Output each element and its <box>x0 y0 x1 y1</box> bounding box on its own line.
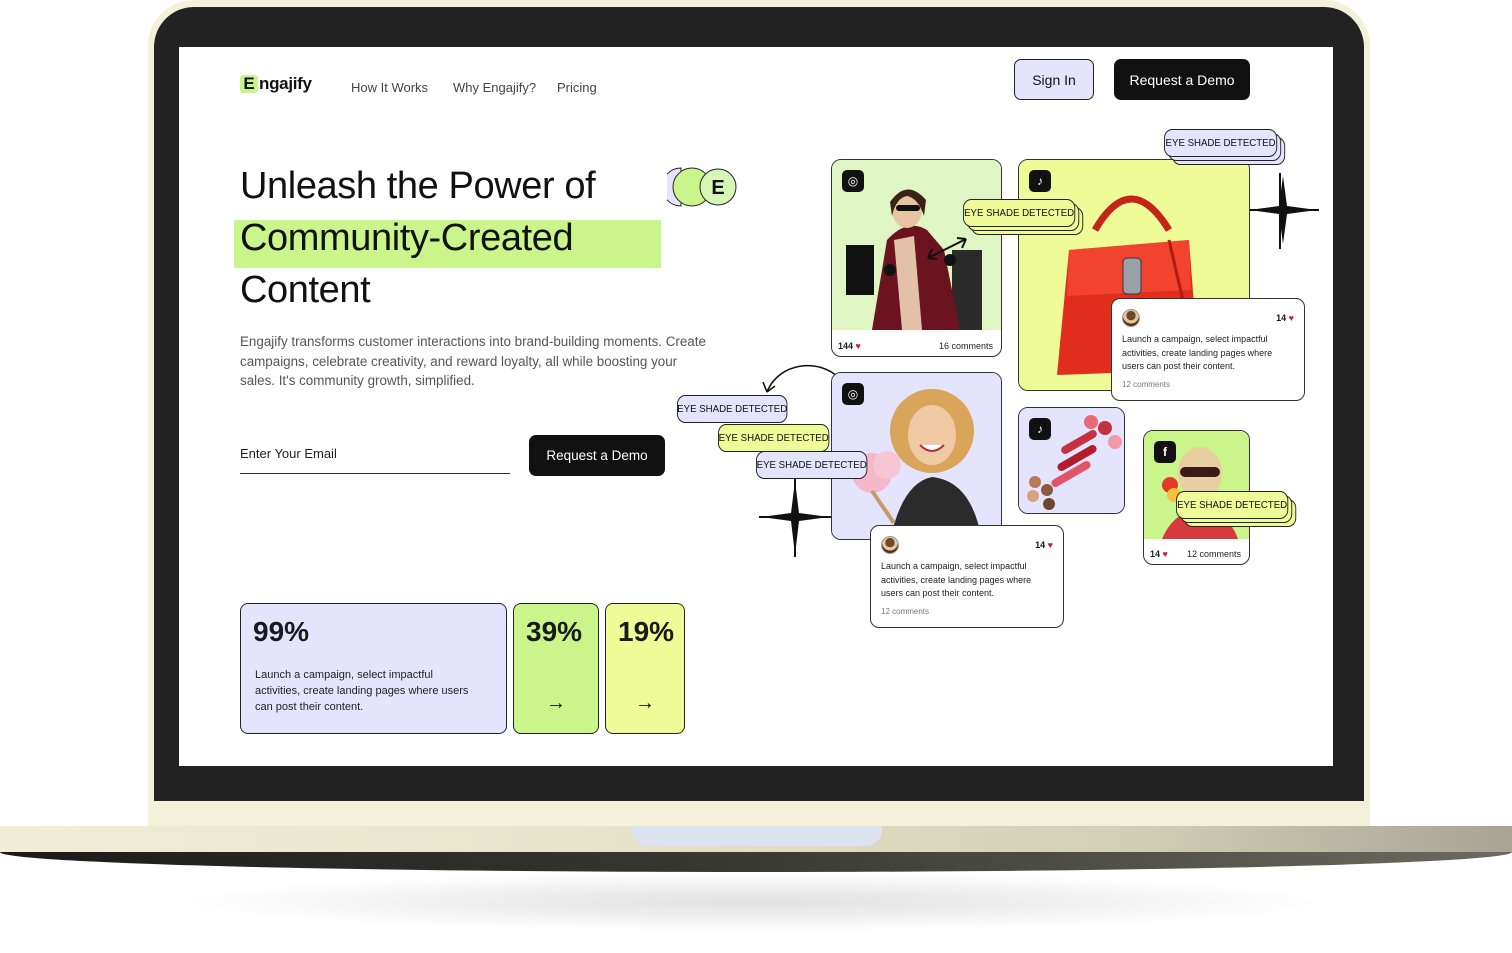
heart-icon: ♥ <box>1162 549 1168 559</box>
post-meta: 144 ♥ 16 comments <box>838 341 993 351</box>
stat-card-19[interactable]: 19% → <box>605 603 685 734</box>
sparkle-icon <box>759 479 831 557</box>
instagram-icon: ◎ <box>842 170 864 192</box>
stat-value: 39% <box>526 616 583 647</box>
email-input[interactable]: Enter Your Email <box>240 446 337 461</box>
stat-value: 99% <box>253 616 310 647</box>
headline-line-2: Community-Created <box>240 217 574 259</box>
post-meta: 14 ♥ 12 comments <box>1150 549 1241 559</box>
hero-description: Engajify transforms customer interaction… <box>240 334 706 389</box>
detection-pill: EYE SHADE DETECTED <box>718 424 830 452</box>
comments-count: 12 comments <box>1186 549 1241 559</box>
sign-in-button[interactable]: Sign In <box>1014 59 1094 100</box>
nav-link-pricing[interactable]: Pricing <box>557 80 597 95</box>
comments-count: 16 comments <box>938 341 993 351</box>
comment-text: Launch a campaign, select impactful acti… <box>881 561 1032 598</box>
detection-pill: EYE SHADE DETECTED <box>1164 129 1278 157</box>
laptop-base-edge <box>0 852 1512 872</box>
detection-pill: EYE SHADE DETECTED <box>677 395 788 423</box>
logo-text: ngajify <box>259 74 312 93</box>
logo-mark: E <box>240 74 258 93</box>
stat-card-99: 99% Launch a campaign, select impactful … <box>240 603 507 734</box>
stat-card-39[interactable]: 39% → <box>513 603 599 734</box>
tiktok-icon: ♪ <box>1029 170 1051 192</box>
likes-count: 14 ♥ <box>1276 313 1294 323</box>
nav-link-how-it-works[interactable]: How It Works <box>351 80 428 95</box>
arrow-right-icon[interactable]: → <box>606 692 684 715</box>
logo[interactable]: E ngajify <box>240 74 312 94</box>
tiktok-icon: ♪ <box>1029 418 1051 440</box>
ugc-post-tile[interactable]: ◎ 144 ♥ 16 comments <box>831 159 1002 357</box>
likes-count: 14 <box>1150 549 1161 559</box>
facebook-icon: f <box>1154 441 1176 463</box>
heart-icon: ♥ <box>1288 313 1294 323</box>
likes-count: 144 <box>838 341 854 351</box>
brand-badge-letter: E <box>711 177 724 199</box>
detection-pill: EYE SHADE DETECTED <box>963 199 1076 227</box>
detection-pill: EYE SHADE DETECTED <box>1176 491 1289 519</box>
arrow-right-icon[interactable]: → <box>514 692 598 715</box>
stat-description: Launch a campaign, select impactful acti… <box>255 669 469 713</box>
stat-value: 19% <box>618 616 675 647</box>
heart-icon: ♥ <box>1047 540 1053 550</box>
headline-line-1: Unleash the Power of <box>240 165 596 207</box>
nav-link-why-engajify[interactable]: Why Engajify? <box>453 80 536 95</box>
laptop-screen: E ngajify How It Works Why Engajify? Pri… <box>179 47 1333 766</box>
avatar <box>881 536 899 554</box>
email-input-underline <box>240 473 510 474</box>
instagram-icon: ◎ <box>842 383 864 405</box>
comment-text: Launch a campaign, select impactful acti… <box>1122 334 1273 371</box>
detection-pill: EYE SHADE DETECTED <box>756 451 868 479</box>
comments-count: 12 comments <box>1122 379 1171 389</box>
double-arrow-icon <box>927 237 967 260</box>
laptop-shadow <box>160 872 1350 932</box>
request-demo-hero-button[interactable]: Request a Demo <box>529 435 665 476</box>
heart-icon: ♥ <box>855 341 861 351</box>
headline-line-3: Content <box>240 269 371 311</box>
laptop-notch <box>632 826 882 846</box>
ugc-post-tile[interactable]: ♪ <box>1018 407 1125 514</box>
brand-badge-icon: E <box>667 167 737 207</box>
sparkle-icon <box>1247 173 1319 249</box>
comments-count: 12 comments <box>881 606 930 616</box>
comment-card: 14 ♥ Launch a campaign, select impactful… <box>870 525 1064 628</box>
avatar <box>1122 309 1140 327</box>
likes-count: 14 ♥ <box>1035 540 1053 550</box>
comment-card: 14 ♥ Launch a campaign, select impactful… <box>1111 298 1305 401</box>
request-demo-nav-button[interactable]: Request a Demo <box>1114 59 1250 100</box>
